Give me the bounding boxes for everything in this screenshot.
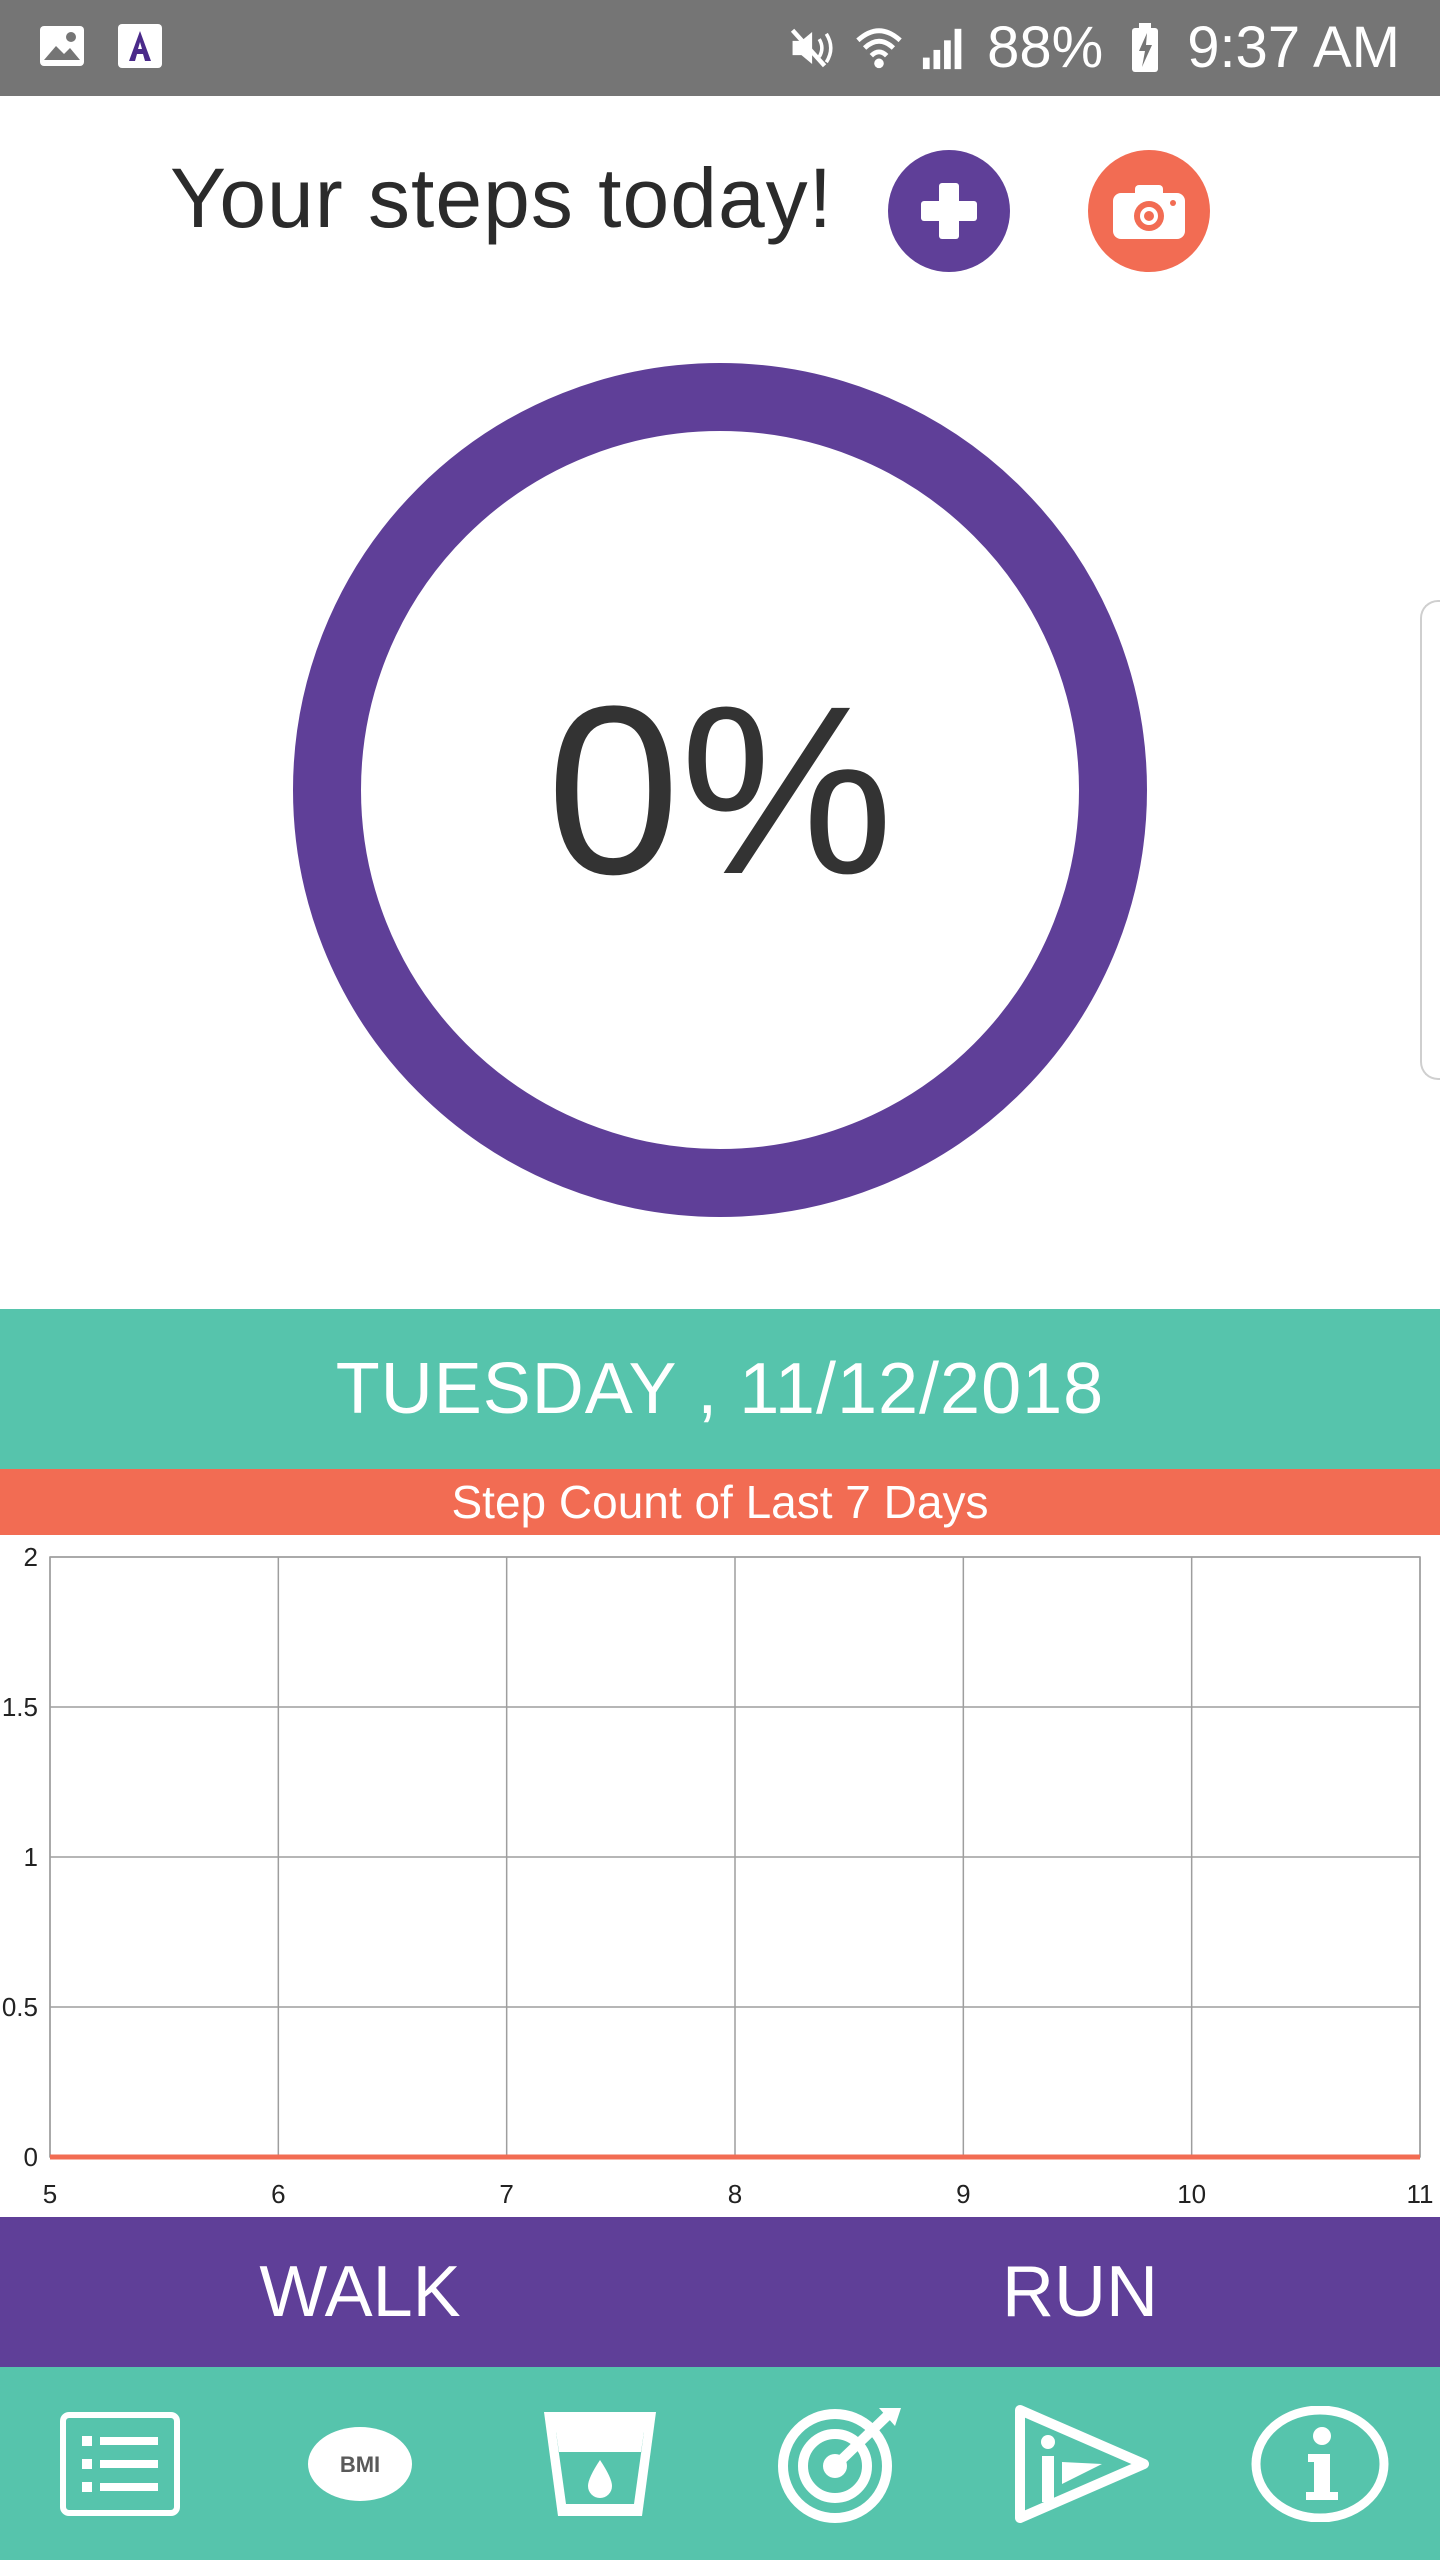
x-tick-label: 9 (956, 2179, 970, 2209)
progress-percent: 0% (546, 656, 894, 924)
nav-bmi[interactable]: BMI (285, 2389, 435, 2539)
gallery-icon (38, 22, 86, 70)
y-tick-label: 0 (24, 2142, 38, 2172)
battery-icon (1121, 22, 1169, 72)
info-icon (1251, 2405, 1389, 2522)
x-tick-label: 8 (728, 2179, 742, 2209)
mute-icon (789, 24, 837, 72)
walk-button[interactable]: WALK (0, 2217, 720, 2367)
list-icon (60, 2411, 180, 2516)
camera-button[interactable] (1088, 150, 1210, 272)
nav-info[interactable] (1245, 2389, 1395, 2539)
date-banner: TUESDAY , 11/12/2018 (0, 1309, 1440, 1469)
page-title: Your steps today! (170, 151, 833, 245)
x-tick-label: 10 (1177, 2179, 1206, 2209)
bmi-label: BMI (340, 2452, 380, 2477)
nav-play[interactable] (1005, 2389, 1155, 2539)
play-icon (1015, 2404, 1149, 2523)
signal-icon (921, 24, 969, 72)
wifi-icon (855, 24, 903, 72)
y-tick-label: 1 (24, 1842, 38, 1872)
steps-progress-ring: 0% (290, 360, 1150, 1220)
nav-water[interactable] (525, 2389, 675, 2539)
x-tick-label: 7 (499, 2179, 513, 2209)
water-glass-icon (544, 2411, 656, 2516)
x-tick-label: 5 (43, 2179, 57, 2209)
battery-percent: 88% (987, 15, 1104, 80)
status-time: 9:37 AM (1187, 15, 1400, 80)
add-steps-button[interactable] (888, 150, 1010, 272)
bmi-icon: BMI (308, 2426, 412, 2501)
mode-bar: WALK RUN (0, 2217, 1440, 2367)
step-chart-svg: 5 6 7 8 9 10 11 0 0.5 1 1.5 2 (2, 1542, 1434, 2209)
chart-title: Step Count of Last 7 Days (0, 1469, 1440, 1535)
nav-goal[interactable] (765, 2389, 915, 2539)
status-bar: 88% 9:37 AM (0, 0, 1440, 96)
target-icon (778, 2407, 901, 2523)
x-tick-label: 6 (271, 2179, 285, 2209)
nav-list[interactable] (45, 2389, 195, 2539)
edge-panel-handle[interactable] (1420, 600, 1440, 1080)
run-button[interactable]: RUN (720, 2217, 1440, 2367)
x-tick-label: 11 (1407, 2179, 1434, 2209)
plus-icon (921, 183, 977, 239)
camera-icon (1113, 185, 1185, 239)
app-a-icon (116, 22, 164, 70)
y-tick-label: 2 (24, 1542, 38, 1572)
bottom-nav: BMI (0, 2367, 1440, 2560)
y-tick-label: 0.5 (2, 1992, 38, 2022)
step-chart: 5 6 7 8 9 10 11 0 0.5 1 1.5 2 (0, 1535, 1440, 2217)
y-tick-label: 1.5 (2, 1692, 38, 1722)
